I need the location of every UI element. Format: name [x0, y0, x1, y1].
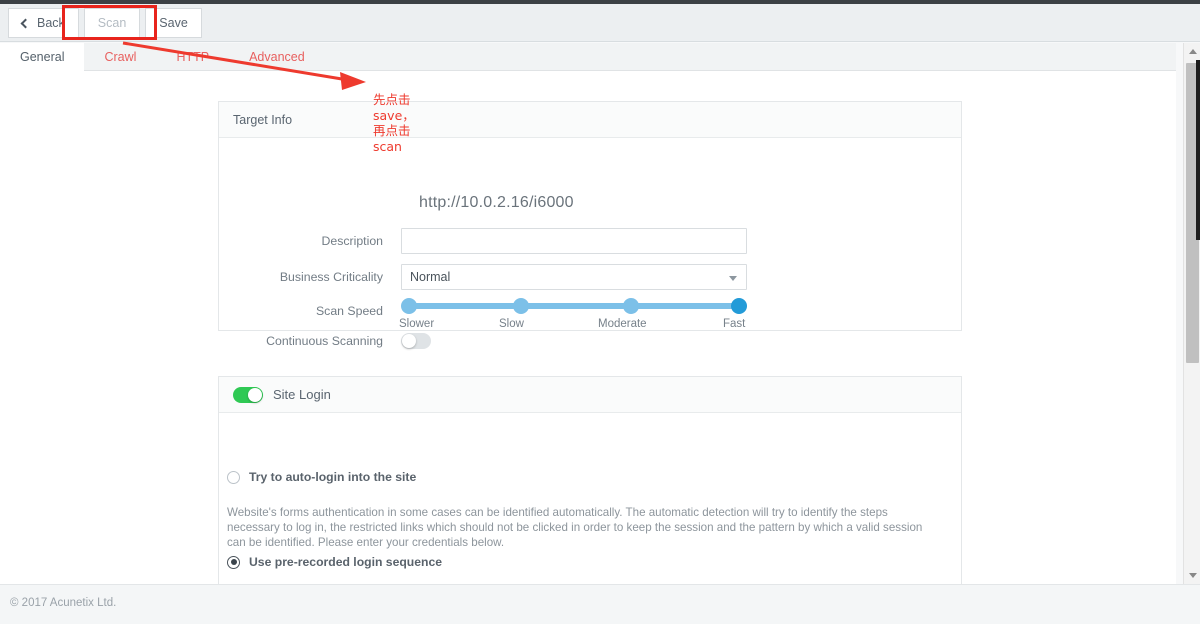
radio-icon-auto-login[interactable]: [227, 471, 240, 484]
continuous-scanning-toggle[interactable]: [401, 333, 431, 349]
toggle-knob: [248, 388, 262, 402]
site-login-card-header: Site Login: [219, 377, 961, 413]
slider-stop-fast[interactable]: [731, 298, 747, 314]
description-label: Description: [219, 234, 401, 248]
tab-advanced[interactable]: Advanced: [229, 43, 325, 71]
tab-general-label: General: [20, 50, 64, 64]
site-login-title: Site Login: [273, 387, 331, 402]
scroll-up-arrow-icon[interactable]: [1184, 43, 1200, 60]
scan-speed-row: Scan Speed Slower Slow Moderate Fast: [219, 290, 747, 332]
description-input[interactable]: [401, 228, 747, 254]
business-criticality-label: Business Criticality: [219, 270, 401, 284]
chevron-down-icon: [729, 276, 737, 281]
target-info-card: Target Info http://10.0.2.16/i6000 Descr…: [218, 101, 962, 331]
tab-crawl[interactable]: Crawl: [84, 43, 156, 71]
continuous-scanning-row: Continuous Scanning: [219, 333, 431, 349]
back-button[interactable]: Back: [8, 8, 79, 38]
auto-login-label: Try to auto-login into the site: [249, 470, 416, 484]
annotation-line-2: save，: [373, 108, 427, 124]
annotation-text: 先点击 save， 再点击 scan: [373, 92, 427, 154]
window-edge-shadow: [1196, 60, 1200, 240]
business-criticality-value: Normal: [410, 270, 450, 284]
description-row: Description: [219, 228, 747, 254]
annotation-line-4: scan: [373, 139, 427, 155]
slider-track: [407, 303, 741, 309]
slider-label-slower: Slower: [399, 318, 434, 330]
tab-advanced-label: Advanced: [249, 50, 305, 64]
slider-stop-slow[interactable]: [513, 298, 529, 314]
tab-http-label: HTTP: [176, 50, 209, 64]
slider-label-fast: Fast: [723, 318, 745, 330]
pre-recorded-radio-row[interactable]: Use pre-recorded login sequence: [227, 555, 442, 569]
auto-login-help-text: Website's forms authentication in some c…: [227, 505, 941, 550]
settings-content-area: Target Info http://10.0.2.16/i6000 Descr…: [0, 71, 1176, 584]
scan-button[interactable]: Scan: [84, 8, 141, 38]
auto-login-radio-row[interactable]: Try to auto-login into the site: [227, 470, 416, 484]
radio-icon-pre-recorded[interactable]: [227, 556, 240, 569]
scan-speed-slider[interactable]: Slower Slow Moderate Fast: [401, 290, 747, 332]
tab-crawl-label: Crawl: [104, 50, 136, 64]
target-info-card-header: Target Info: [219, 102, 961, 138]
continuous-scanning-label: Continuous Scanning: [219, 334, 401, 348]
slider-stop-slower[interactable]: [401, 298, 417, 314]
annotation-line-1: 先点击: [373, 92, 427, 108]
tab-general[interactable]: General: [0, 43, 84, 71]
slider-label-moderate: Moderate: [598, 318, 647, 330]
tab-http[interactable]: HTTP: [156, 43, 229, 71]
target-url: http://10.0.2.16/i6000: [419, 194, 574, 212]
business-criticality-row: Business Criticality Normal: [219, 264, 747, 290]
site-login-toggle[interactable]: [233, 387, 263, 403]
footer-copyright: © 2017 Acunetix Ltd.: [10, 597, 116, 609]
save-button[interactable]: Save: [145, 8, 202, 38]
scan-speed-label: Scan Speed: [219, 304, 401, 318]
footer: © 2017 Acunetix Ltd.: [0, 584, 1200, 624]
slider-stop-moderate[interactable]: [623, 298, 639, 314]
chevron-left-icon: [21, 18, 31, 28]
annotation-line-3: 再点击: [373, 123, 427, 139]
back-button-label: Back: [37, 16, 65, 30]
site-login-card: Site Login Try to auto-login into the si…: [218, 376, 962, 584]
pre-recorded-label: Use pre-recorded login sequence: [249, 555, 442, 569]
application-window: Back Scan Save General Crawl HTTP Advanc…: [0, 0, 1200, 624]
slider-label-slow: Slow: [499, 318, 524, 330]
business-criticality-select[interactable]: Normal: [401, 264, 747, 290]
target-info-title: Target Info: [233, 113, 292, 127]
toolbar-button-group: Back Scan Save: [8, 8, 202, 38]
save-button-label: Save: [159, 16, 188, 30]
toolbar: Back Scan Save: [0, 4, 1200, 42]
scroll-down-arrow-icon[interactable]: [1184, 567, 1200, 584]
tab-bar: General Crawl HTTP Advanced: [0, 43, 1176, 71]
scan-button-label: Scan: [98, 16, 127, 30]
toggle-knob: [402, 334, 416, 348]
